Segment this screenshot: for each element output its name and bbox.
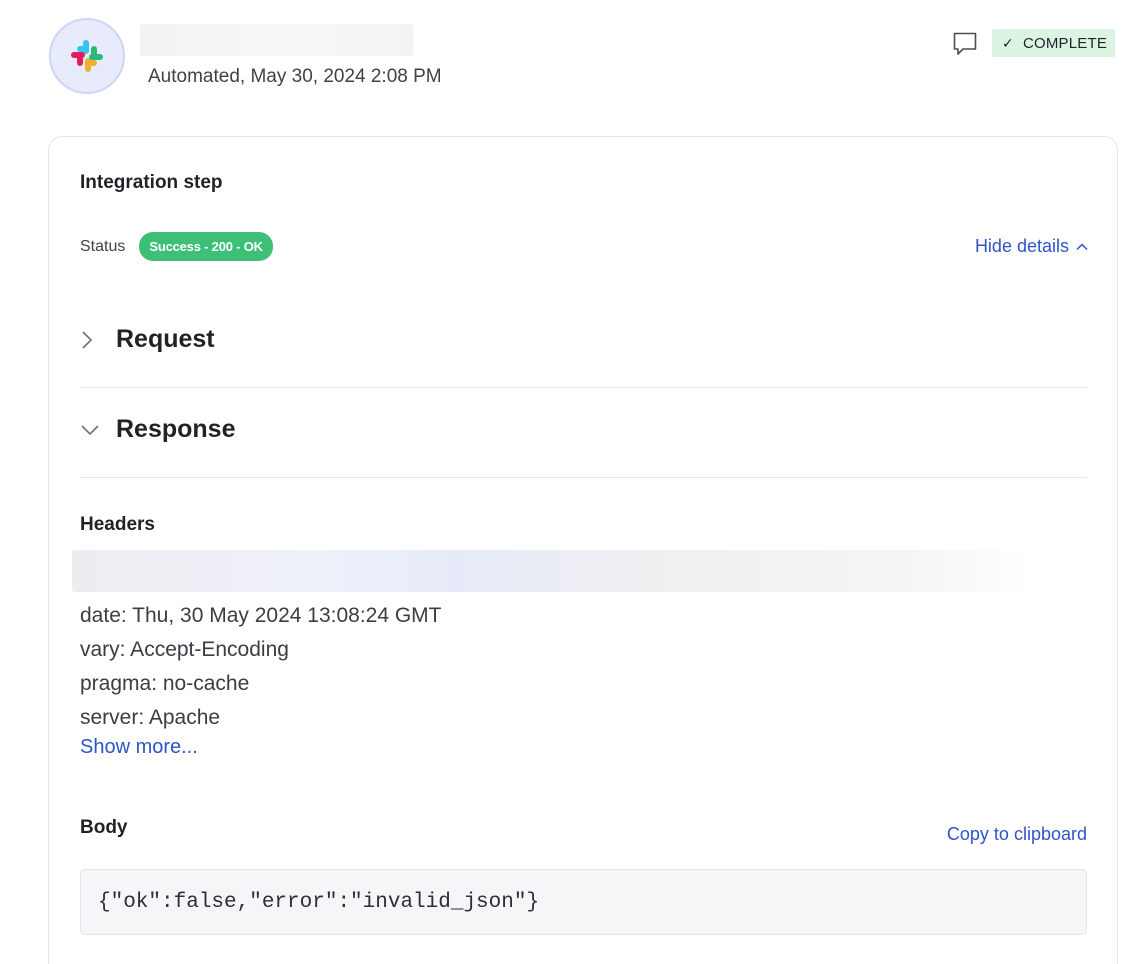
complete-status-label: COMPLETE (1022, 34, 1108, 52)
comment-icon (953, 32, 977, 55)
comment-button[interactable] (952, 30, 978, 58)
chevron-up-icon (1076, 242, 1088, 250)
hide-details-link[interactable]: Hide details (975, 236, 1088, 257)
status-label: Status (80, 237, 126, 255)
redacted-header-line (72, 550, 1032, 592)
status-pill: Success - 200 - OK (139, 232, 273, 261)
header-line: vary: Accept-Encoding (80, 638, 289, 661)
copy-to-clipboard-link[interactable]: Copy to clipboard (947, 824, 1087, 845)
response-label: Response (116, 415, 236, 443)
hide-details-label: Hide details (974, 236, 1069, 256)
chevron-down-icon (80, 423, 116, 437)
request-accordion[interactable]: Request (80, 292, 1087, 388)
integration-step-title: Integration step (80, 172, 223, 193)
header-line: date: Thu, 30 May 2024 13:08:24 GMT (80, 604, 442, 627)
body-title: Body (80, 817, 128, 838)
header-line: pragma: no-cache (80, 672, 250, 695)
response-body-code: {"ok":false,"error":"invalid_json"} (80, 869, 1087, 935)
redacted-event-title (140, 24, 413, 56)
response-headers-list: date: Thu, 30 May 2024 13:08:24 GMT vary… (80, 599, 442, 735)
show-more-link[interactable]: Show more... (80, 736, 198, 759)
header-line: server: Apache (80, 706, 221, 729)
request-label: Request (116, 325, 215, 353)
slack-logo-icon (71, 40, 103, 72)
check-icon: ✓ (1002, 34, 1014, 51)
response-accordion[interactable]: Response (80, 382, 1087, 478)
chevron-right-icon (80, 330, 116, 350)
integration-event-page: Automated, May 30, 2024 2:08 PM ✓ COMPLE… (0, 0, 1136, 964)
headers-title: Headers (80, 514, 155, 535)
event-timestamp: Automated, May 30, 2024 2:08 PM (148, 66, 442, 87)
slack-logo-avatar (49, 18, 125, 94)
complete-status-badge: ✓ COMPLETE (992, 29, 1116, 57)
status-row: Status Success - 200 - OK (80, 232, 273, 261)
